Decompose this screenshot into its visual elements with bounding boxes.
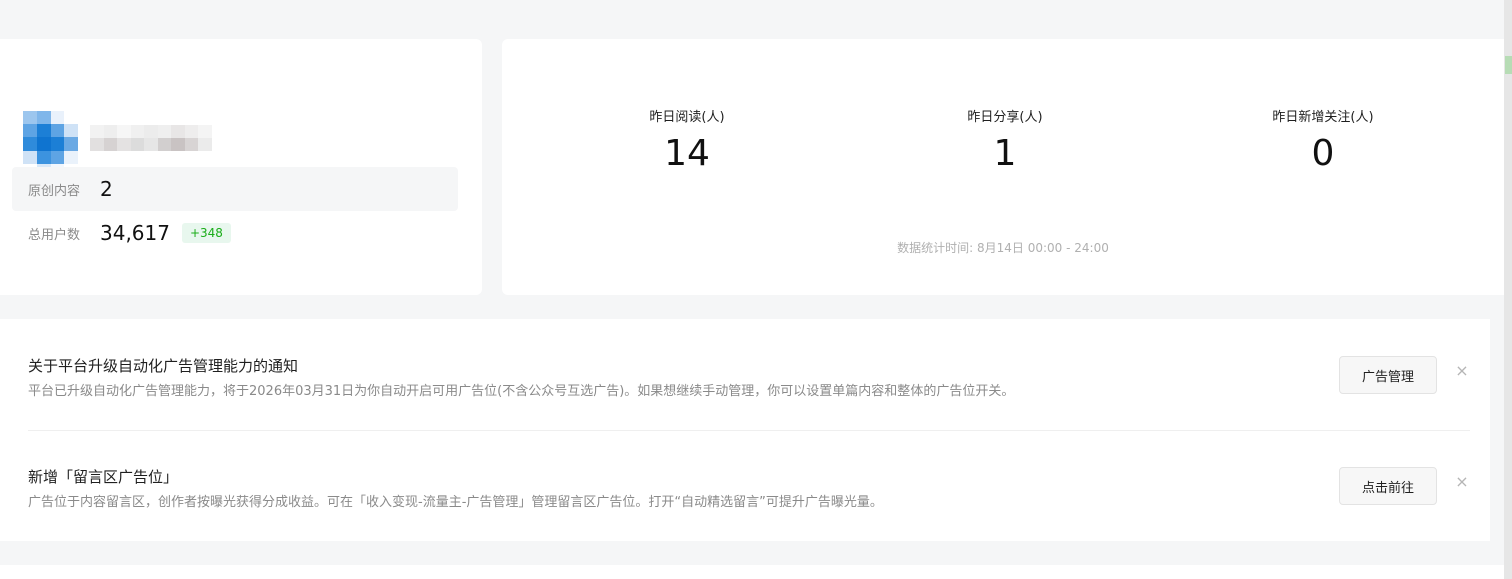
stats-card: 昨日阅读(人) 14 昨日分享(人) 1 昨日新增关注(人) 0 数据统计时间:… — [502, 39, 1504, 295]
metric-label: 昨日阅读(人) — [649, 110, 725, 125]
close-icon[interactable]: × — [1454, 474, 1470, 490]
total-users-label: 总用户数 — [28, 227, 81, 243]
account-card: 原创内容 2 总用户数 34,617 +348 — [0, 39, 482, 295]
metric-yesterday-shares: 昨日分享(人) 1 — [905, 106, 1105, 174]
nickname-blurred — [90, 125, 212, 151]
metric-value: 1 — [993, 133, 1017, 174]
ad-management-button[interactable]: 广告管理 — [1339, 356, 1437, 394]
metric-yesterday-reads: 昨日阅读(人) 14 — [587, 106, 787, 174]
go-now-button[interactable]: 点击前往 — [1339, 467, 1437, 505]
metric-value: 14 — [664, 133, 710, 174]
notice-title: 新增「留言区广告位」 — [28, 468, 179, 486]
bottom-card-edge — [0, 565, 1504, 579]
stat-time-note: 数据统计时间: 8月14日 00:00 - 24:00 — [897, 241, 1109, 255]
notice-item: 关于平台升级自动化广告管理能力的通知 平台已升级自动化广告管理能力，将于2026… — [28, 319, 1470, 429]
notice-desc: 平台已升级自动化广告管理能力，将于2026年03月31日为你自动开启可用广告位(… — [28, 384, 1015, 399]
original-content-row: 原创内容 2 — [12, 167, 458, 211]
notice-title: 关于平台升级自动化广告管理能力的通知 — [28, 357, 299, 375]
notice-desc: 广告位于内容留言区，创作者按曝光获得分成收益。可在「收入变现-流量主-广告管理」… — [28, 495, 883, 510]
total-users-row: 总用户数 34,617 +348 — [12, 211, 458, 255]
page: 原创内容 2 总用户数 34,617 +348 昨日阅读(人) 14 昨日分享(… — [0, 0, 1512, 579]
total-users-value: 34,617 — [100, 221, 170, 245]
original-content-value: 2 — [100, 177, 113, 201]
metric-label: 昨日分享(人) — [967, 110, 1043, 125]
scroll-indicator — [1505, 56, 1512, 74]
metric-value: 0 — [1311, 133, 1335, 174]
metric-yesterday-new-follows: 昨日新增关注(人) 0 — [1223, 106, 1423, 174]
metric-label: 昨日新增关注(人) — [1272, 110, 1374, 125]
scrollbar[interactable] — [1504, 0, 1512, 579]
notice-item: 新增「留言区广告位」 广告位于内容留言区，创作者按曝光获得分成收益。可在「收入变… — [28, 430, 1470, 540]
divider — [28, 430, 1470, 431]
original-content-label: 原创内容 — [28, 183, 81, 199]
close-icon[interactable]: × — [1454, 363, 1470, 379]
total-users-delta-badge: +348 — [181, 223, 231, 243]
